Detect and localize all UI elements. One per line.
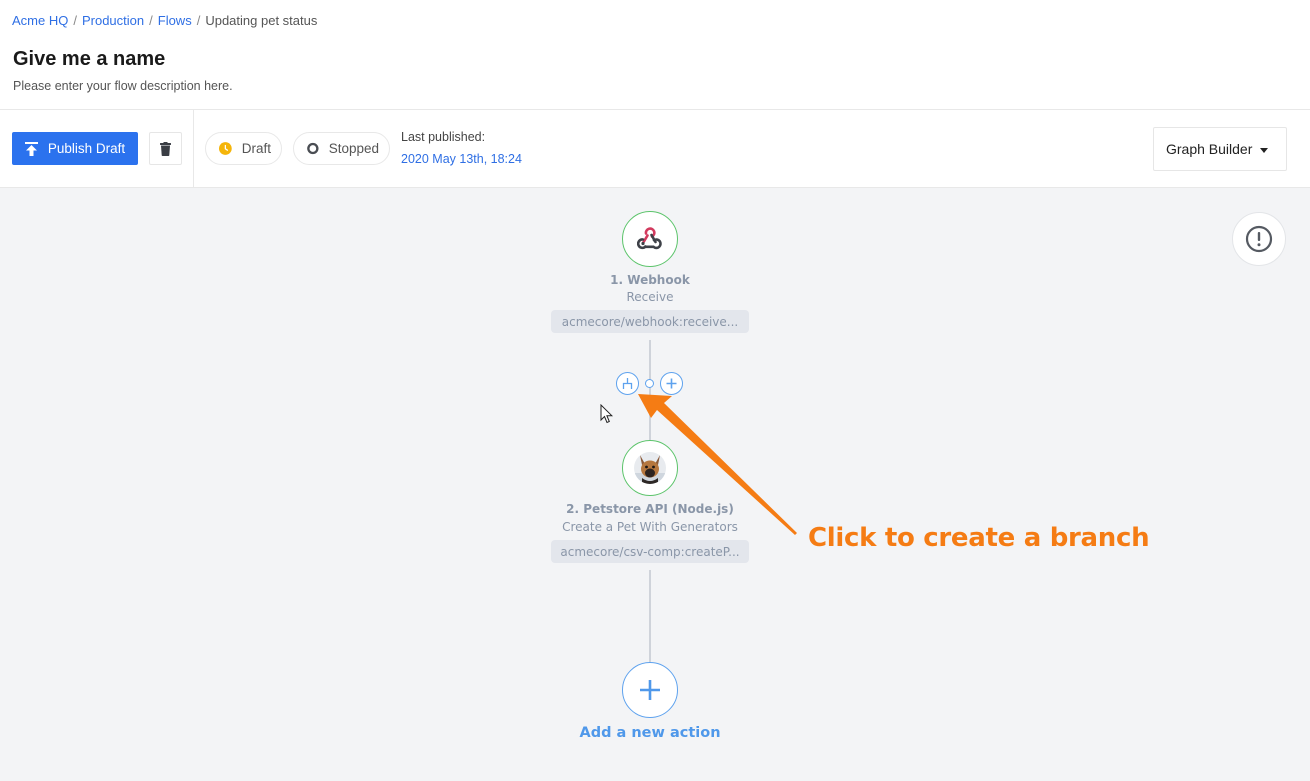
breadcrumb-separator: / <box>196 13 201 28</box>
breadcrumb-flows[interactable]: Flows <box>158 13 192 28</box>
page-header: Acme HQ / Production / Flows / Updating pet st… <box>0 0 1310 110</box>
trash-icon <box>160 141 171 156</box>
clock-icon <box>219 142 232 155</box>
annotation-text: Click to create a branch <box>808 523 1150 553</box>
delete-button[interactable] <box>149 132 182 165</box>
status-stopped-label: Stopped <box>328 141 379 156</box>
upload-icon <box>24 141 38 156</box>
mouse-cursor-icon <box>600 404 614 424</box>
flow-description[interactable]: Please enter your flow description here. <box>13 79 233 93</box>
breadcrumb-current: Updating pet status <box>205 13 318 28</box>
publish-draft-label: Publish Draft <box>47 141 126 156</box>
last-published-date[interactable]: 2020 May 13th, 18:24 <box>401 152 522 166</box>
flow-canvas[interactable]: 1. Webhook Receive acmecore/webhook:rece… <box>0 188 1310 781</box>
caret-down-icon <box>1260 147 1269 153</box>
breadcrumb: Acme HQ / Production / Flows / Updating pet st… <box>12 13 317 28</box>
last-published-label: Last published: <box>401 130 486 144</box>
toolbar-divider <box>193 110 194 188</box>
stopped-ring-icon <box>307 142 319 155</box>
view-mode-dropdown[interactable]: Graph Builder <box>1153 127 1287 171</box>
status-draft-label: Draft <box>241 141 271 156</box>
toolbar: Publish Draft Draft Stopped Last publish… <box>0 110 1310 188</box>
flow-title[interactable]: Give me a name <box>13 48 165 71</box>
view-mode-label: Graph Builder <box>1166 141 1253 157</box>
breadcrumb-separator: / <box>73 13 77 28</box>
annotation-arrow <box>638 394 797 535</box>
publish-draft-button[interactable]: Publish Draft <box>12 132 138 165</box>
status-badge-draft: Draft <box>205 132 282 165</box>
status-badge-stopped: Stopped <box>293 132 390 165</box>
breadcrumb-separator: / <box>149 13 153 28</box>
breadcrumb-acme-hq[interactable]: Acme HQ <box>12 13 68 28</box>
breadcrumb-production[interactable]: Production <box>82 13 144 28</box>
